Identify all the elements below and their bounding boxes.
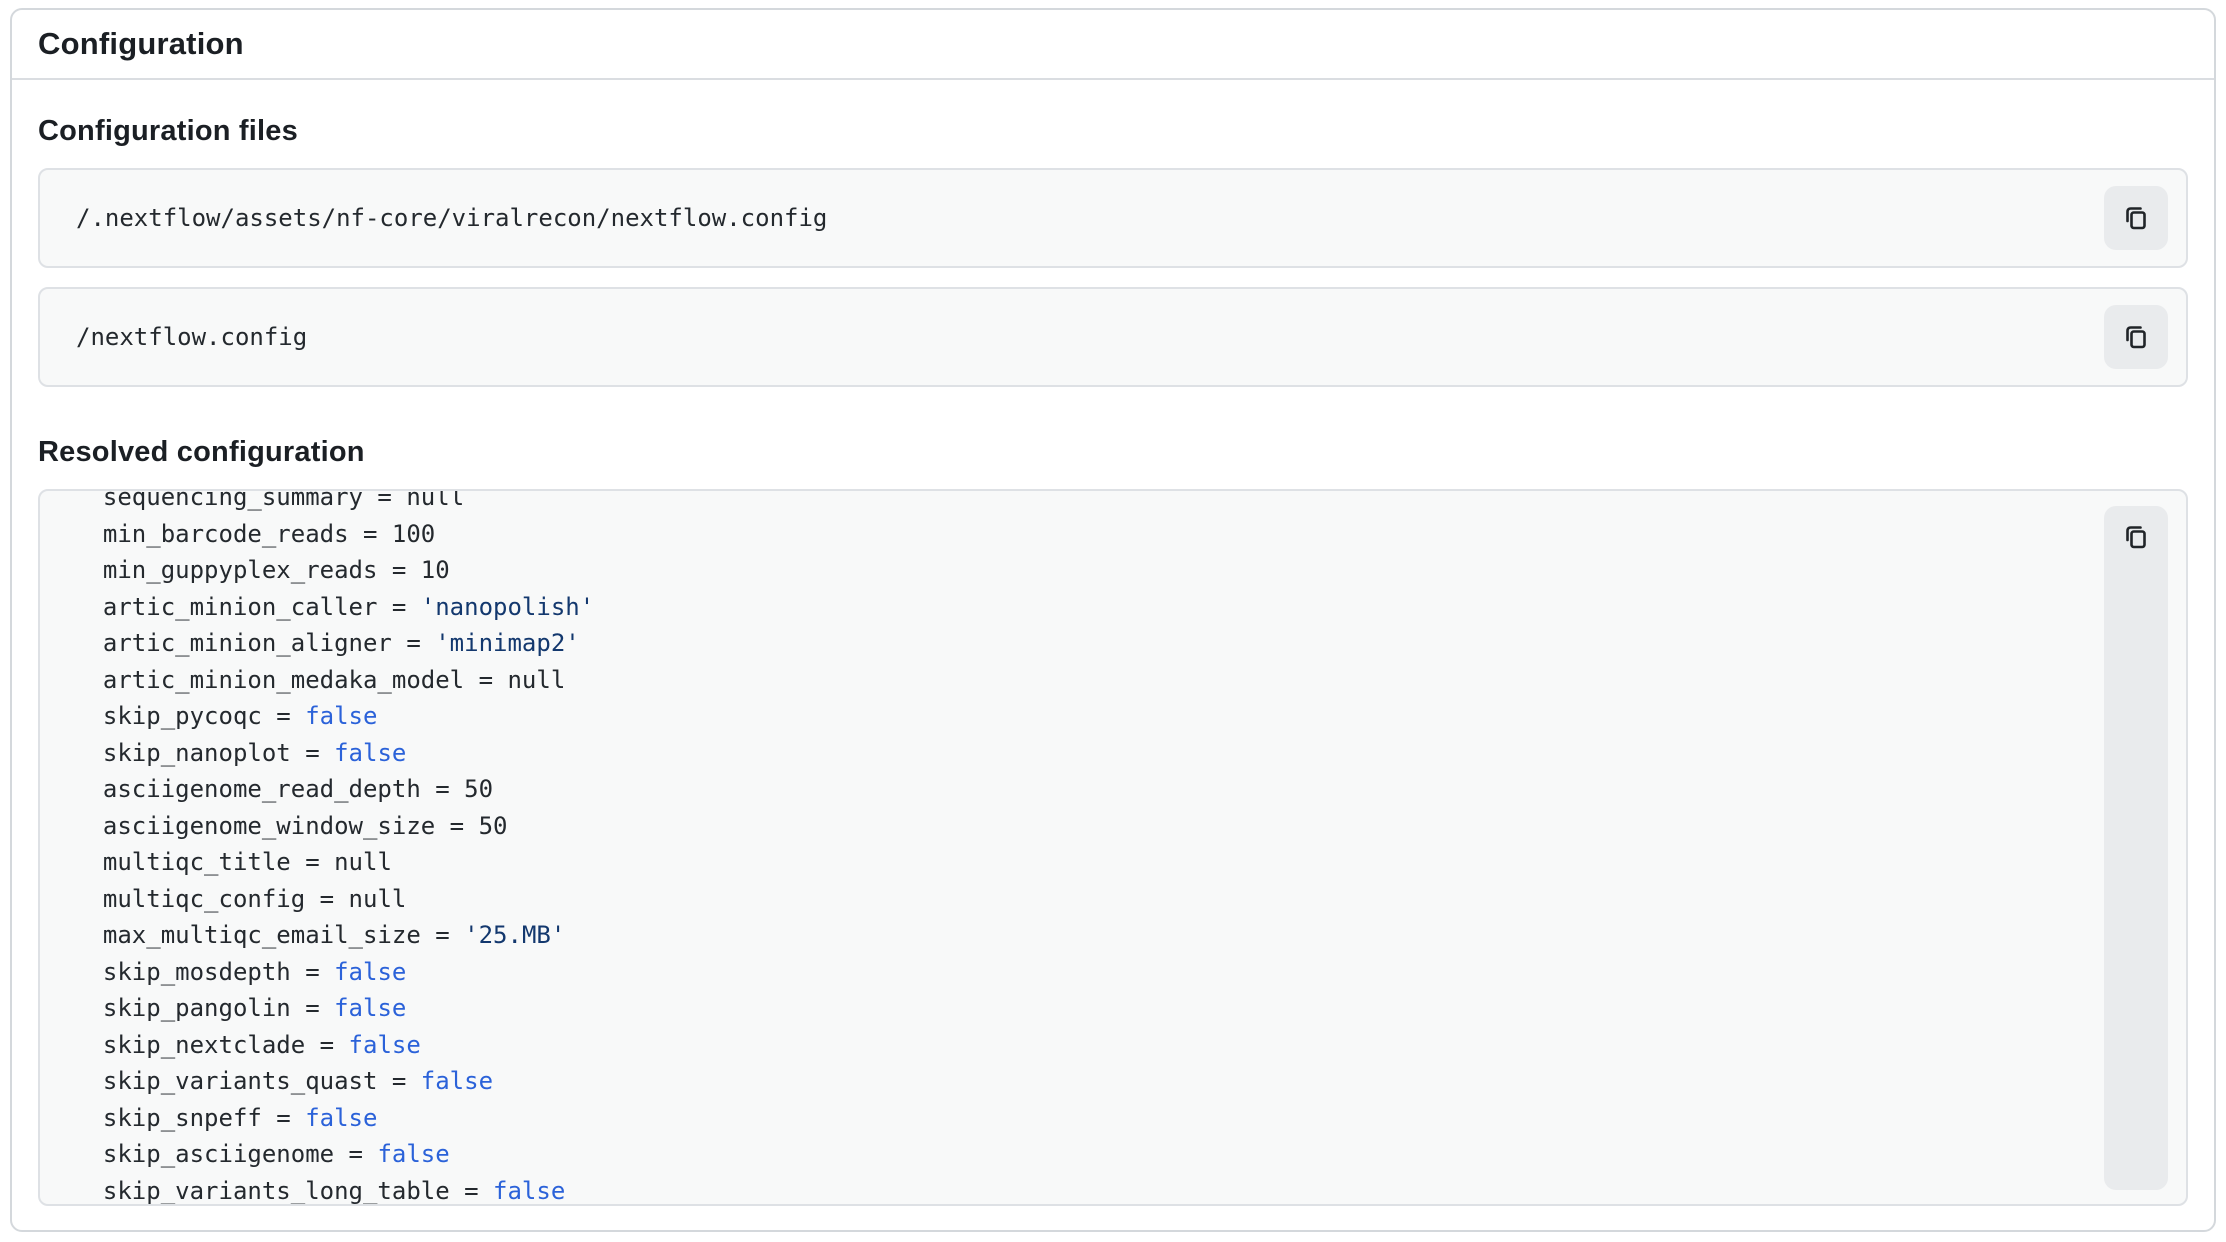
config-line: skip_variants_quast = false [74, 1063, 2076, 1100]
card-body: Configuration files /.nextflow/assets/nf… [12, 114, 2214, 1206]
config-line: artic_minion_aligner = 'minimap2' [74, 625, 2076, 662]
page-title: Configuration [38, 26, 244, 62]
config-file-path: /.nextflow/assets/nf-core/viralrecon/nex… [76, 204, 827, 232]
configuration-files-heading: Configuration files [38, 114, 2188, 148]
configuration-card: Configuration Configuration files /.next… [10, 8, 2216, 1232]
scrollbar-track[interactable] [2104, 506, 2168, 1190]
copy-icon [2121, 203, 2151, 233]
config-line: sequencing_summary = null [74, 491, 2076, 516]
config-file-path: /nextflow.config [76, 323, 307, 351]
config-line: artic_minion_medaka_model = null [74, 662, 2076, 699]
config-line: skip_snpeff = false [74, 1100, 2076, 1137]
copy-button[interactable] [2104, 305, 2168, 369]
resolved-config-block: sequencing_summary = null min_barcode_re… [38, 489, 2188, 1206]
config-line: min_barcode_reads = 100 [74, 516, 2076, 553]
config-line: skip_pangolin = false [74, 990, 2076, 1027]
card-header: Configuration [12, 10, 2214, 80]
copy-icon [2121, 522, 2151, 555]
config-line: skip_pycoqc = false [74, 698, 2076, 735]
config-line: multiqc_config = null [74, 881, 2076, 918]
config-line: multiqc_title = null [74, 844, 2076, 881]
config-line: skip_asciigenome = false [74, 1136, 2076, 1173]
copy-button[interactable] [2104, 506, 2168, 570]
copy-button[interactable] [2104, 186, 2168, 250]
config-line: skip_variants_long_table = false [74, 1173, 2076, 1205]
config-file-box: /.nextflow/assets/nf-core/viralrecon/nex… [38, 168, 2188, 268]
resolved-config-code: sequencing_summary = null min_barcode_re… [74, 491, 2076, 1204]
resolved-configuration-heading: Resolved configuration [38, 435, 2188, 469]
config-line: artic_minion_caller = 'nanopolish' [74, 589, 2076, 626]
config-line: asciigenome_window_size = 50 [74, 808, 2076, 845]
config-line: skip_mosdepth = false [74, 954, 2076, 991]
config-line: asciigenome_read_depth = 50 [74, 771, 2076, 808]
config-line: skip_nanoplot = false [74, 735, 2076, 772]
config-line: skip_nextclade = false [74, 1027, 2076, 1064]
config-line: min_guppyplex_reads = 10 [74, 552, 2076, 589]
config-line: max_multiqc_email_size = '25.MB' [74, 917, 2076, 954]
copy-icon [2121, 322, 2151, 352]
resolved-config-scroll-area[interactable]: sequencing_summary = null min_barcode_re… [40, 491, 2186, 1204]
config-file-box: /nextflow.config [38, 287, 2188, 387]
